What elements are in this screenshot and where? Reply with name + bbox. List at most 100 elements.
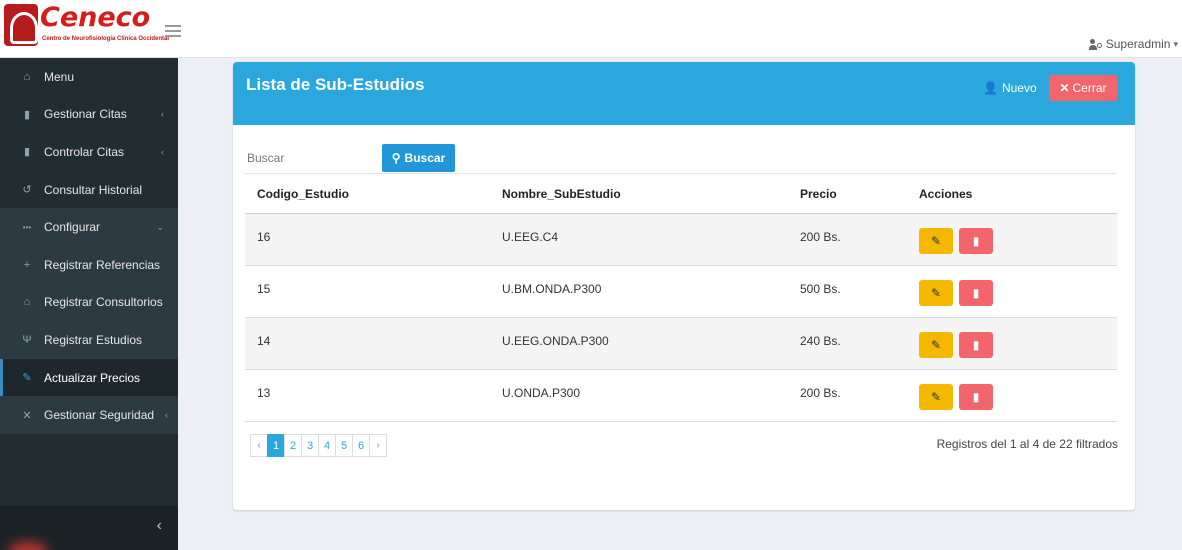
dots-icon: ••• xyxy=(22,222,32,232)
hamburger-menu-icon[interactable] xyxy=(165,25,181,37)
new-button[interactable]: 👤 Nuevo xyxy=(983,78,1037,98)
sidebar-item-controlar-citas[interactable]: ▮ Controlar Citas ‹ xyxy=(0,133,178,171)
chevron-left-icon: ‹ xyxy=(161,109,164,120)
edit-button[interactable]: ✎ xyxy=(919,280,953,306)
stethoscope-icon: Ψ xyxy=(22,333,32,346)
search-icon: ⚲ xyxy=(391,151,401,165)
chevron-left-icon: ‹ xyxy=(165,410,168,421)
trash-icon: ▮ xyxy=(972,338,980,352)
pagination-page[interactable]: 3 xyxy=(301,434,319,457)
search-button[interactable]: ⚲ Buscar xyxy=(382,144,455,172)
edit-icon: ✎ xyxy=(930,338,942,352)
edit-icon: ✎ xyxy=(930,234,942,248)
cell-nombre: U.EEG.C4 xyxy=(490,213,788,266)
user-plus-icon: + xyxy=(23,258,31,271)
top-header: Ceneco Centro de Neurofisiología Clínica… xyxy=(0,0,1182,58)
home-icon: ⌂ xyxy=(23,70,31,83)
close-button-label: Cerrar xyxy=(1072,81,1107,95)
clipboard-icon: ▮ xyxy=(23,146,31,159)
logo-emblem-icon xyxy=(4,4,38,46)
sidebar-item-label: Gestionar Seguridad xyxy=(44,408,155,423)
logo-subtitle: Centro de Neurofisiología Clínica Occide… xyxy=(42,36,170,42)
logo[interactable]: Ceneco Centro de Neurofisiología Clínica… xyxy=(0,0,169,52)
close-icon: ✕ xyxy=(1059,81,1070,95)
sidebar-item-gestionar-citas[interactable]: ▮ Gestionar Citas ‹ xyxy=(0,96,178,134)
cell-codigo: 13 xyxy=(245,369,490,422)
edit-icon: ✎ xyxy=(930,286,942,300)
user-plus-icon: 👤 xyxy=(983,81,998,95)
records-info: Registros del 1 al 4 de 22 filtrados xyxy=(936,437,1118,451)
sub-studies-card: Lista de Sub-Estudios 👤 Nuevo ✕ Cerrar ⚲… xyxy=(233,62,1135,510)
sidebar-item-registrar-estudios[interactable]: Ψ Registrar Estudios xyxy=(0,321,178,359)
sidebar-item-label: Registrar Estudios xyxy=(44,332,143,347)
logo-text: Ceneco xyxy=(40,2,151,33)
cell-codigo: 14 xyxy=(245,317,490,370)
table-row: 16 U.EEG.C4 200 Bs. ✎ ▮ xyxy=(245,213,1117,266)
sidebar-item-label: Actualizar Precios xyxy=(44,370,141,385)
chevron-left-icon: ‹ xyxy=(156,517,162,534)
search-button-label: Buscar xyxy=(404,151,446,165)
sidebar-item-registrar-consultorios[interactable]: ⌂ Registrar Consultorios xyxy=(0,283,178,322)
delete-button[interactable]: ▮ xyxy=(959,228,993,254)
new-button-label: Nuevo xyxy=(1001,81,1037,95)
user-menu[interactable]: Superadmin ▾ xyxy=(1088,37,1178,51)
sidebar-item-label: Configurar xyxy=(44,220,101,235)
pagination-page[interactable]: 1 xyxy=(267,434,285,457)
table-header-row: Codigo_Estudio Nombre_SubEstudio Precio … xyxy=(245,173,1117,214)
sidebar-item-label: Gestionar Citas xyxy=(44,107,127,122)
column-header-nombre[interactable]: Nombre_SubEstudio xyxy=(490,173,788,214)
pagination-prev[interactable]: ‹ xyxy=(250,434,268,457)
search-input[interactable] xyxy=(247,145,377,171)
close-button[interactable]: ✕ Cerrar xyxy=(1049,75,1117,101)
sidebar-item-actualizar-precios[interactable]: ✎ Actualizar Precios xyxy=(0,358,178,397)
delete-button[interactable]: ▮ xyxy=(959,280,993,306)
home-icon: ⌂ xyxy=(23,296,31,309)
edit-button[interactable]: ✎ xyxy=(919,384,953,410)
sidebar-item-registrar-referencias[interactable]: + Registrar Referencias xyxy=(0,245,178,284)
column-header-acciones: Acciones xyxy=(907,173,1117,214)
caret-down-icon: ▾ xyxy=(1173,38,1178,49)
edit-button[interactable]: ✎ xyxy=(919,228,953,254)
pagination-page[interactable]: 4 xyxy=(318,434,336,457)
table-row: 14 U.EEG.ONDA.P300 240 Bs. ✎ ▮ xyxy=(245,317,1117,370)
sidebar-item-consultar-historial[interactable]: ↺ Consultar Historial xyxy=(0,171,178,209)
table-row: 15 U.BM.ONDA.P300 500 Bs. ✎ ▮ xyxy=(245,265,1117,318)
pagination-page[interactable]: 5 xyxy=(335,434,353,457)
cell-precio: 240 Bs. xyxy=(788,317,907,370)
sidebar-item-label: Menu xyxy=(44,69,75,84)
table-row: 13 U.ONDA.P300 200 Bs. ✎ ▮ xyxy=(245,369,1117,422)
history-icon: ↺ xyxy=(22,184,32,197)
column-header-codigo[interactable]: Codigo_Estudio xyxy=(245,173,490,214)
edit-icon: ✎ xyxy=(22,372,32,385)
trash-icon: ▮ xyxy=(972,234,980,248)
sub-studies-table: Codigo_Estudio Nombre_SubEstudio Precio … xyxy=(245,173,1117,422)
cell-acciones: ✎ ▮ xyxy=(907,369,1117,422)
delete-button[interactable]: ▮ xyxy=(959,384,993,410)
cell-precio: 500 Bs. xyxy=(788,265,907,318)
sidebar-item-gestionar-seguridad[interactable]: ✕ Gestionar Seguridad ‹ xyxy=(0,396,178,434)
sidebar-item-configurar[interactable]: ••• Configurar ⌄ xyxy=(0,208,178,246)
cell-codigo: 16 xyxy=(245,213,490,266)
sidebar: ⌂ Menu ▮ Gestionar Citas ‹ ▮ Controlar C… xyxy=(0,58,178,550)
cell-nombre: U.EEG.ONDA.P300 xyxy=(490,317,788,370)
pagination-next[interactable]: › xyxy=(369,434,387,457)
sidebar-item-menu[interactable]: ⌂ Menu xyxy=(0,58,178,96)
pagination-page[interactable]: 6 xyxy=(352,434,370,457)
edit-icon: ✎ xyxy=(930,390,942,404)
chevron-down-icon: ⌄ xyxy=(156,221,164,232)
sidebar-item-label: Controlar Citas xyxy=(44,144,125,159)
trash-icon: ▮ xyxy=(972,286,980,300)
cell-acciones: ✎ ▮ xyxy=(907,213,1117,266)
clipboard-icon: ▮ xyxy=(23,108,31,121)
cell-precio: 200 Bs. xyxy=(788,213,907,266)
delete-button[interactable]: ▮ xyxy=(959,332,993,358)
edit-button[interactable]: ✎ xyxy=(919,332,953,358)
column-header-precio[interactable]: Precio xyxy=(788,173,907,214)
chevron-left-icon: ‹ xyxy=(161,146,164,157)
tools-icon: ✕ xyxy=(22,409,32,422)
user-name: Superadmin xyxy=(1105,37,1171,51)
sidebar-item-label: Registrar Referencias xyxy=(44,257,161,272)
pagination-page[interactable]: 2 xyxy=(284,434,302,457)
user-settings-icon xyxy=(1088,38,1103,50)
sidebar-item-label: Consultar Historial xyxy=(44,182,143,197)
